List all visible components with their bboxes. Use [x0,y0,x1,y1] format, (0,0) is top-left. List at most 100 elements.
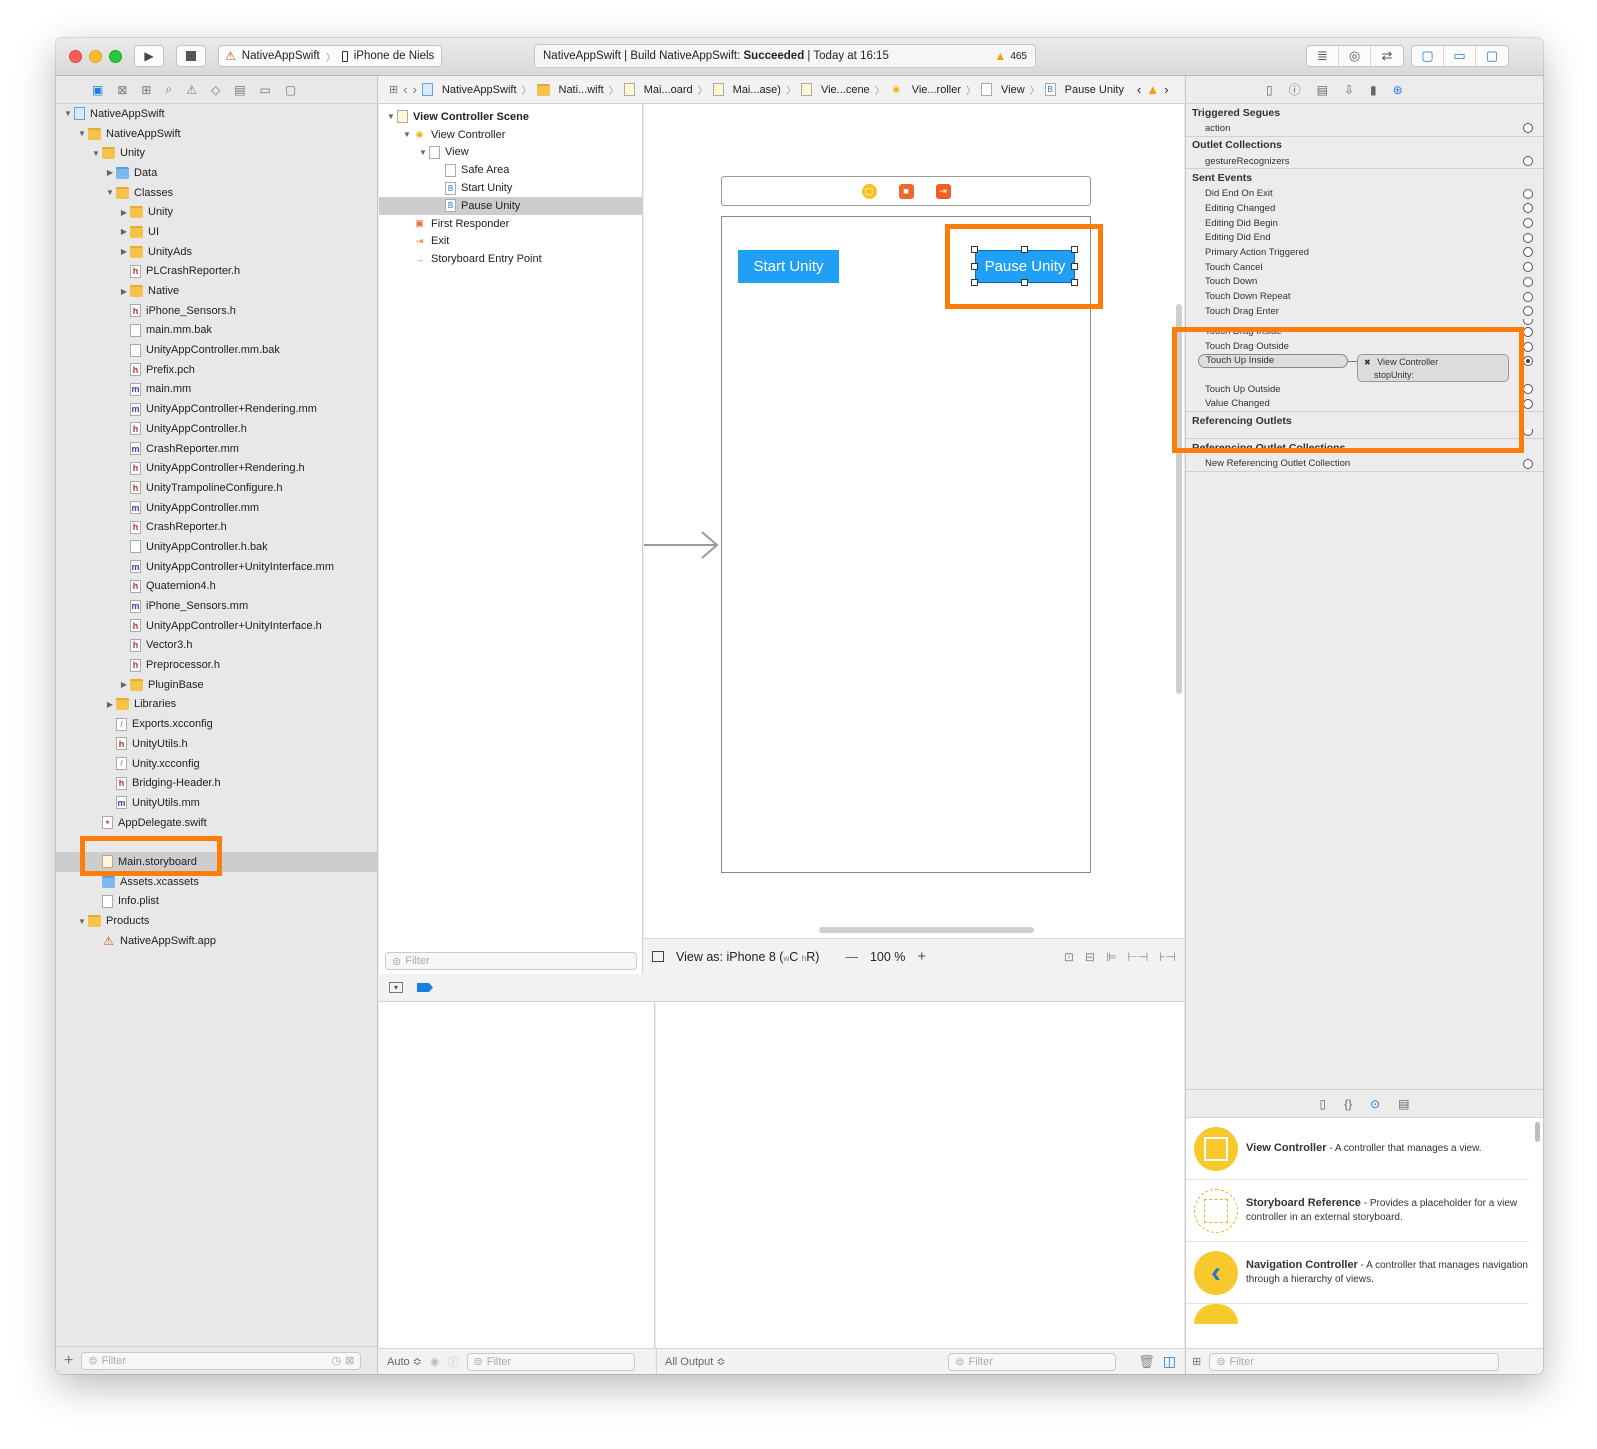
align-icon[interactable]: ⊫ [1106,950,1116,964]
navigator-item[interactable]: m CrashReporter.mm [56,439,377,459]
object-library-icon[interactable]: ⊙ [1370,1097,1380,1111]
navigator-item[interactable]: m UnityAppController.mm [56,498,377,518]
breadcrumb-item[interactable]: B Pause Unity [1044,83,1124,96]
auto-scope-popup[interactable]: Auto ≎ [387,1355,422,1368]
split-console-icon[interactable]: ◫ [1163,1353,1176,1370]
recent-files-icon[interactable]: ◷ [332,1354,342,1367]
navigator-item[interactable]: h Quaternion4.h [56,577,377,597]
file-inspector-icon[interactable]: ▯ [1266,83,1273,97]
navigator-item[interactable]: h UnityAppController+UnityInterface.h [56,616,377,636]
view-controller-scene[interactable]: Start Unity Pause Unity [721,216,1091,873]
outlet-circle[interactable] [1523,156,1533,167]
navigator-item[interactable]: Info.plist [56,892,377,912]
navigator-item[interactable]: h iPhone_Sensors.h [56,301,377,321]
identity-inspector-icon[interactable]: ▤ [1317,83,1328,97]
zoom-out-icon[interactable]: — [845,950,858,964]
start-unity-button[interactable]: Start Unity [738,250,839,283]
resize-handle[interactable] [1071,263,1078,270]
view-controller-dock-icon[interactable]: ▢ [861,183,877,199]
code-snippet-icon[interactable]: {} [1344,1097,1352,1111]
navigator-item[interactable]: ▶ Native [56,281,377,301]
breadcrumb-item[interactable]: Mai...ase) [712,83,781,96]
outlet-circle[interactable] [1523,262,1533,273]
navigator-item[interactable]: h PLCrashReporter.h [56,262,377,282]
view-as-button[interactable]: View as: iPhone 8 (wC hR) [676,950,819,964]
disclosure-closed-icon[interactable]: ▶ [104,168,116,177]
add-icon[interactable]: + [64,1352,73,1370]
breadcrumb-item[interactable]: Vie...cene [800,83,870,96]
stop-button[interactable] [176,45,206,67]
trash-icon[interactable]: 🗑 [1138,1354,1155,1370]
warnings-indicator[interactable]: ▲ 465 [994,49,1027,63]
outlet-circle[interactable] [1523,232,1533,243]
add-constraints-icon[interactable]: ⊢⊣ [1127,950,1148,964]
related-items-icon[interactable]: ⊞ [389,83,398,96]
symbol-navigator-icon[interactable]: ⊞ [141,83,151,97]
standard-editor-icon[interactable]: ≣ [1307,46,1339,66]
scm-filter-icon[interactable]: ⊠ [345,1354,354,1367]
disclosure-open-icon[interactable]: ▼ [62,109,74,118]
run-button[interactable]: ▶ [134,45,164,67]
outlet-circle-filled[interactable] [1523,355,1533,366]
disclosure-open-icon[interactable]: ▼ [385,112,397,121]
embed-in-stack-icon[interactable]: ⊟ [1085,950,1095,964]
quick-help-icon[interactable]: ⓘ [1289,81,1301,98]
debug-area-toggle-icon[interactable]: ▭ [1444,46,1476,66]
outlet-circle[interactable] [1523,247,1533,258]
navigator-item[interactable]: / Unity.xcconfig [56,754,377,774]
breadcrumb-item[interactable]: View [981,83,1025,96]
touch-up-inside-pill[interactable]: Touch Up Inside [1198,353,1348,368]
size-inspector-icon[interactable]: ▮ [1370,83,1377,97]
navigator-item[interactable]: ▼ Unity [56,143,377,163]
navigator-item[interactable]: UnityAppController.mm.bak [56,340,377,360]
version-editor-icon[interactable]: ⇄ [1371,46,1403,66]
navigator-item[interactable]: ▶ UI [56,222,377,242]
storyboard-entry-arrow[interactable] [644,530,720,560]
library-scrollbar[interactable] [1535,1122,1540,1142]
outlet-circle[interactable] [1523,429,1533,437]
navigator-item[interactable]: ▼ Classes [56,183,377,203]
navigator-filter-field[interactable]: ⊜ Filter ◷ ⊠ [81,1351,362,1370]
disclosure-closed-icon[interactable]: ▶ [118,247,130,256]
navigator-item[interactable]: ▶ UnityAds [56,242,377,262]
navigator-item[interactable]: ▶ Data [56,163,377,183]
outline-item[interactable]: ▼ ◉ View Controller [379,126,642,144]
navigator-item[interactable]: h UnityTrampolineConfigure.h [56,478,377,498]
disclosure-closed-icon[interactable]: ▶ [118,227,130,236]
navigator-item[interactable]: m UnityAppController+UnityInterface.mm [56,557,377,577]
disclosure-open-icon[interactable]: ▼ [76,129,88,138]
variables-filter-field[interactable]: ⊜ Filter [466,1352,635,1371]
navigator-item[interactable]: UnityAppController.h.bak [56,537,377,557]
breadcrumb-item[interactable]: Nati...wift [536,83,604,96]
exit-dock-icon[interactable]: ⇥ [935,183,951,199]
disclosure-open-icon[interactable]: ▼ [417,148,429,157]
library-item-navigation-controller[interactable]: ‹ Navigation Controller - A controller t… [1186,1242,1529,1304]
find-navigator-icon[interactable]: ⌕ [165,82,172,97]
file-template-icon[interactable]: ▯ [1319,1097,1326,1111]
disclosure-closed-icon[interactable]: ▶ [118,680,130,689]
disclosure-closed-icon[interactable]: ▶ [104,700,116,709]
close-window-button[interactable] [69,50,82,63]
library-item-storyboard-reference[interactable]: Storyboard Reference - Provides a placeh… [1186,1180,1529,1242]
navigator-item[interactable]: ▶ Libraries [56,695,377,715]
resize-handle[interactable] [971,263,978,270]
first-responder-dock-icon[interactable]: ■ [898,183,914,199]
navigator-item[interactable]: h UnityAppController+Rendering.h [56,458,377,478]
grid-view-icon[interactable]: ⊞ [1192,1355,1201,1368]
source-control-icon[interactable]: ⊠ [117,83,127,97]
outline-item[interactable]: Safe Area [379,161,642,179]
issue-navigator-icon[interactable]: ⚠ [186,83,197,97]
scheme-selector[interactable]: ⚠ NativeAppSwift 〉 iPhone de Niels [218,45,442,67]
console-view[interactable] [656,1002,1184,1348]
info-icon[interactable]: ⓘ [448,1354,459,1370]
navigator-item[interactable]: ▼ Products [56,911,377,931]
navigator-item[interactable]: h UnityUtils.h [56,734,377,754]
storyboard-canvas[interactable]: ▢ ■ ⇥ Start Unity Pause Unity [644,104,1184,938]
outlet-circle[interactable] [1523,188,1533,199]
outlet-circle[interactable] [1523,326,1533,337]
output-popup[interactable]: All Output ≎ [665,1355,726,1368]
library-item-view-controller[interactable]: View Controller - A controller that mana… [1186,1118,1529,1180]
breadcrumb-item[interactable]: ◉ Vie...roller [890,84,961,96]
outline-item[interactable]: → Storyboard Entry Point [379,250,642,268]
disclosure-open-icon[interactable]: ▼ [104,188,116,197]
